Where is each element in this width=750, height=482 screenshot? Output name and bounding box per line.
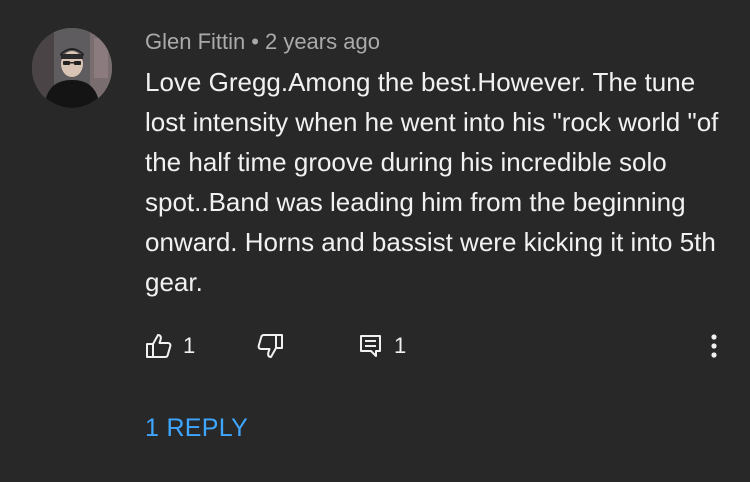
reply-button[interactable]: 1	[358, 326, 406, 366]
view-replies-link[interactable]: 1 REPLY	[145, 414, 248, 443]
dislike-button[interactable]	[256, 326, 284, 366]
like-count: 1	[183, 333, 196, 358]
avatar-image	[32, 28, 112, 108]
more-actions-button[interactable]	[702, 326, 726, 366]
separator-dot: •	[251, 29, 259, 54]
comment-action-bar: 1 1	[0, 326, 750, 366]
like-button[interactable]: 1	[145, 326, 195, 366]
avatar[interactable]	[32, 28, 112, 108]
more-vertical-icon	[710, 333, 718, 359]
comment-timestamp[interactable]: 2 years ago	[265, 29, 380, 54]
thumbs-up-icon	[145, 333, 173, 359]
comment-header: Glen Fittin • 2 years ago	[145, 29, 380, 55]
comment-text: Love Gregg.Among the best.However. The t…	[145, 67, 719, 297]
thumbs-down-icon	[256, 333, 284, 359]
comment-icon	[358, 333, 384, 359]
reply-count: 1	[394, 333, 407, 358]
author-name[interactable]: Glen Fittin	[145, 29, 245, 54]
